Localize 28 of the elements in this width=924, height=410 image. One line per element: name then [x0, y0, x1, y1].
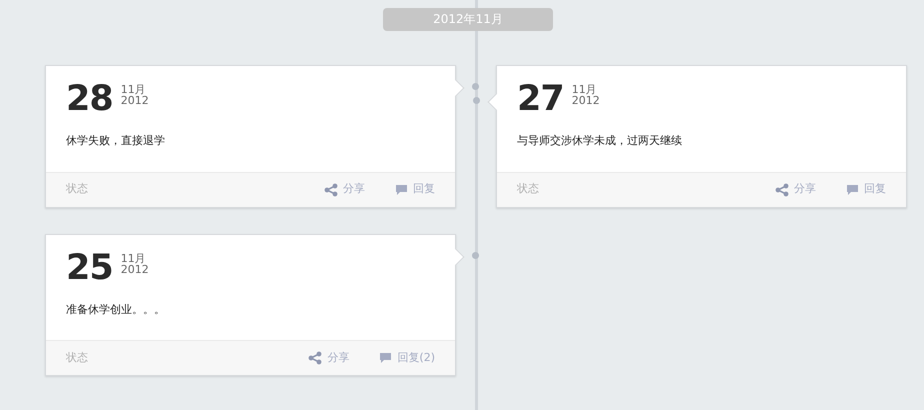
date-month: 11月 [572, 84, 597, 95]
reply-button[interactable]: 回复 [395, 181, 435, 198]
status-label: 状态 [517, 181, 539, 198]
comment-icon [846, 184, 859, 196]
month-header: 2012年11月 [383, 8, 553, 31]
date-day: 28 [66, 80, 113, 118]
reply-button[interactable]: 回复 [846, 181, 886, 198]
reply-button[interactable]: 回复(2) [379, 350, 435, 366]
comment-icon [379, 352, 392, 364]
post-text: 准备休学创业。。。 [66, 302, 166, 318]
date-day: 25 [66, 248, 113, 286]
date-month: 11月 [120, 252, 146, 264]
post-text: 与导师交涉休学未成，过两天继续 [517, 133, 683, 149]
post-text: 休学失败，直接退学 [66, 133, 166, 149]
share-button[interactable]: 分享 [775, 181, 816, 198]
comment-icon [395, 184, 408, 196]
share-icon [775, 182, 789, 196]
share-button[interactable]: 分享 [324, 181, 365, 198]
date-year: 2012 [572, 95, 600, 107]
share-icon [308, 351, 322, 365]
date-year: 2012 [120, 264, 149, 276]
share-button[interactable]: 分享 [308, 350, 350, 366]
status-label: 状态 [66, 350, 88, 366]
status-label: 状态 [66, 181, 88, 198]
date-month: 11月 [120, 84, 146, 95]
date-day: 27 [517, 80, 564, 118]
date-year: 2012 [120, 95, 149, 107]
share-icon [324, 182, 338, 196]
